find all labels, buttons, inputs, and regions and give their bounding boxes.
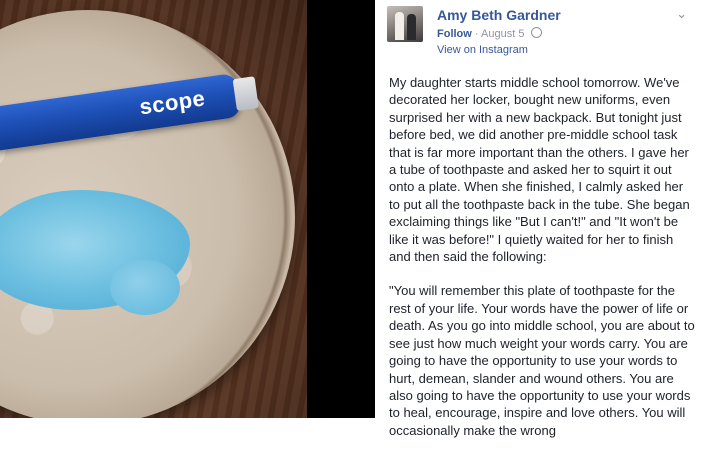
post-body: My daughter starts middle school tomorro… xyxy=(389,74,695,456)
follow-link[interactable]: Follow xyxy=(437,28,472,40)
chevron-down-icon[interactable]: ⌄ xyxy=(676,6,687,22)
avatar[interactable] xyxy=(387,6,423,42)
post-photo[interactable]: scope xyxy=(0,0,307,418)
author-name[interactable]: Amy Beth Gardner xyxy=(437,7,561,23)
post-meta: Follow · August 5 xyxy=(437,27,542,40)
post-date[interactable]: August 5 xyxy=(481,28,524,40)
post-paragraph: "You will remember this plate of toothpa… xyxy=(389,283,695,438)
avatar-figure xyxy=(407,14,416,40)
post-panel: Amy Beth Gardner Follow · August 5 View … xyxy=(375,0,701,438)
meta-separator: · xyxy=(474,28,479,40)
post-paragraph: My daughter starts middle school tomorro… xyxy=(389,75,690,265)
photo-divider xyxy=(307,0,375,418)
view-on-instagram-link[interactable]: View on Instagram xyxy=(437,44,528,56)
toothpaste-blob-small xyxy=(110,260,180,315)
tube-brand-label: scope xyxy=(137,85,207,120)
globe-icon xyxy=(530,27,542,38)
avatar-figure xyxy=(395,12,404,40)
tube-cap xyxy=(232,76,259,112)
